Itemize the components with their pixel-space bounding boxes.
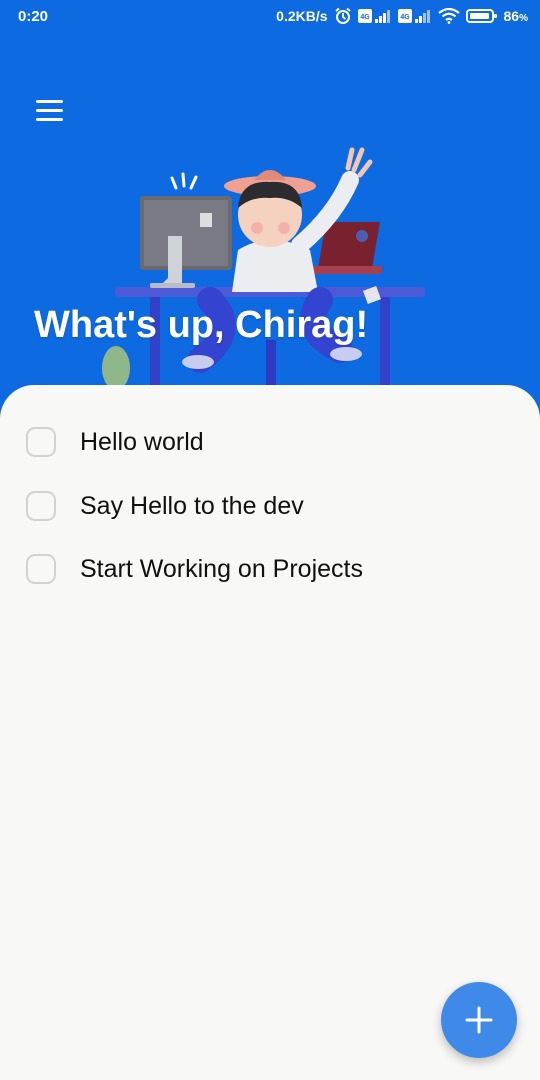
add-task-button[interactable] — [441, 982, 517, 1058]
task-item[interactable]: Start Working on Projects — [26, 554, 363, 584]
greeting-title: What's up, Chirag! — [34, 304, 369, 346]
volte-signal-icon: 4G — [357, 9, 390, 23]
task-label: Hello world — [80, 427, 204, 456]
status-icons: 0.2KB/s 4G 4G 86% — [276, 7, 528, 25]
battery-level: 86% — [503, 8, 528, 24]
alarm-icon — [334, 7, 351, 24]
task-item[interactable]: Say Hello to the dev — [26, 491, 304, 521]
svg-text:4G: 4G — [400, 14, 410, 21]
task-label: Start Working on Projects — [80, 554, 363, 583]
task-checkbox[interactable] — [26, 554, 56, 584]
battery-icon — [465, 9, 497, 23]
network-speed: 0.2KB/s — [276, 8, 328, 24]
task-checkbox[interactable] — [26, 491, 56, 521]
status-time: 0:20 — [18, 8, 49, 25]
hamburger-menu-icon[interactable] — [28, 90, 70, 130]
svg-text:4G: 4G — [360, 14, 370, 21]
plus-icon — [465, 1006, 493, 1034]
task-label: Say Hello to the dev — [80, 491, 304, 520]
task-list-panel: Hello world Say Hello to the dev Start W… — [0, 385, 540, 1080]
wifi-icon — [437, 8, 460, 24]
task-checkbox[interactable] — [26, 427, 56, 457]
volte-signal-icon: 4G — [397, 9, 430, 23]
hero-illustration — [102, 147, 425, 390]
status-bar: 0:20 0.2KB/s 4G 4G 86% — [0, 0, 540, 34]
task-item[interactable]: Hello world — [26, 427, 204, 457]
